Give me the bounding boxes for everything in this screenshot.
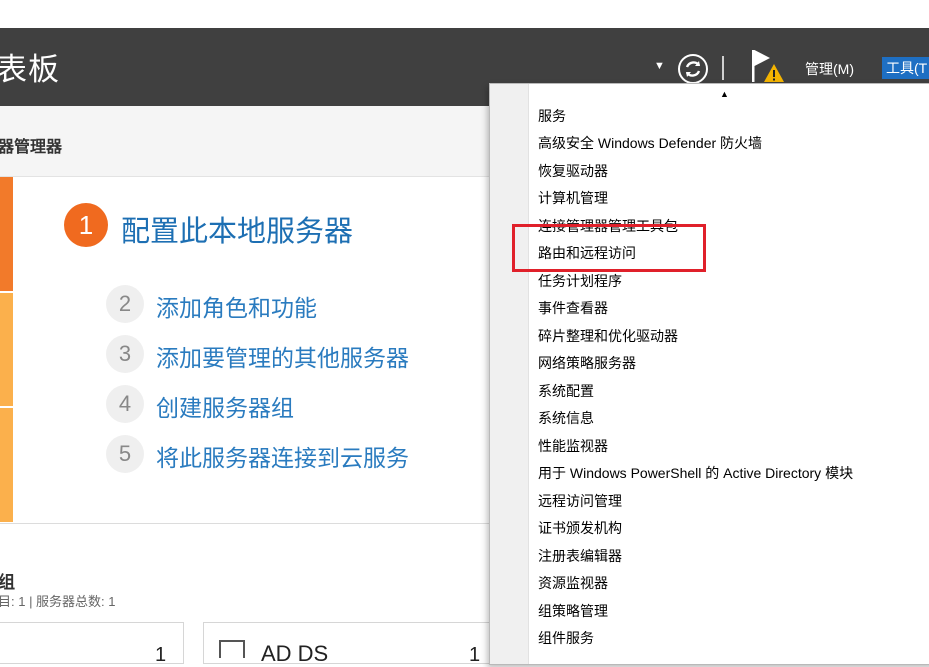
toolbar-separator	[722, 56, 724, 80]
tools-menu[interactable]: 工具(T	[882, 57, 929, 79]
menu-item-computer-management[interactable]: 计算机管理	[538, 188, 608, 208]
menu-item-certificate-authority[interactable]: 证书颁发机构	[538, 518, 622, 538]
menu-item-group-policy[interactable]: 组策略管理	[538, 601, 608, 621]
server-manager-label: 器管理器	[0, 139, 63, 156]
menu-item-registry-editor[interactable]: 注册表编辑器	[538, 546, 622, 566]
connect-cloud-link[interactable]: 将此服务器连接到云服务	[156, 439, 409, 473]
menu-item-defrag[interactable]: 碎片整理和优化驱动器	[538, 326, 678, 346]
menu-item-remote-access-mgmt[interactable]: 远程访问管理	[538, 491, 622, 511]
add-servers-link[interactable]: 添加要管理的其他服务器	[156, 339, 409, 373]
step-4-badge: 4	[106, 385, 144, 423]
menu-item-firewall[interactable]: 高级安全 Windows Defender 防火墙	[538, 133, 762, 153]
menu-item-perfmon[interactable]: 性能监视器	[538, 436, 608, 456]
dashboard-subheader	[0, 106, 492, 177]
dropdown-caret-icon[interactable]: ▼	[654, 60, 665, 72]
menu-item-system-config[interactable]: 系统配置	[538, 381, 594, 401]
menu-item-ad-powershell[interactable]: 用于 Windows PowerShell 的 Active Directory…	[538, 463, 853, 483]
add-roles-link[interactable]: 添加角色和功能	[156, 289, 317, 323]
configure-local-server-link[interactable]: 配置此本地服务器	[121, 208, 353, 250]
learn-more-strip[interactable]	[0, 408, 13, 522]
menu-item-component-services[interactable]: 组件服务	[538, 628, 594, 648]
adds-tile[interactable]	[203, 622, 495, 664]
menu-item-resource-monitor[interactable]: 资源监视器	[538, 573, 608, 593]
quick-start-strip[interactable]	[0, 177, 13, 291]
menu-item-event-viewer[interactable]: 事件查看器	[538, 298, 608, 318]
page-title: 表板	[0, 52, 60, 87]
role-tile-count: 1	[155, 644, 167, 666]
roles-groups-summary: 目: 1 | 服务器总数: 1	[0, 594, 116, 609]
step-5-badge: 5	[106, 435, 144, 473]
refresh-icon[interactable]	[676, 52, 710, 86]
adds-tile-label: AD DS	[261, 641, 329, 666]
roles-groups-title: 组	[0, 573, 15, 592]
menu-item-system-info[interactable]: 系统信息	[538, 408, 594, 428]
whats-new-strip[interactable]	[0, 293, 13, 406]
menu-item-task-scheduler[interactable]: 任务计划程序	[538, 271, 622, 291]
step-2-badge: 2	[106, 285, 144, 323]
menu-item-services[interactable]: 服务	[538, 106, 566, 126]
step-3-badge: 3	[106, 335, 144, 373]
highlight-annotation-box	[512, 224, 706, 272]
notification-flag-icon[interactable]	[750, 46, 786, 86]
create-server-group-link[interactable]: 创建服务器组	[156, 389, 294, 423]
menu-gutter	[490, 84, 529, 664]
menu-item-nps[interactable]: 网络策略服务器	[538, 353, 636, 373]
adds-tile-count: 1	[469, 644, 481, 666]
scroll-up-icon[interactable]: ▲	[720, 89, 729, 99]
menu-item-recovery-drive[interactable]: 恢复驱动器	[538, 161, 608, 181]
tools-dropdown-menu: ▲ 服务 高级安全 Windows Defender 防火墙 恢复驱动器 计算机…	[489, 83, 929, 665]
adds-icon	[219, 640, 245, 658]
manage-menu[interactable]: 管理(M)	[805, 59, 854, 79]
step-1-badge: 1	[64, 203, 108, 247]
